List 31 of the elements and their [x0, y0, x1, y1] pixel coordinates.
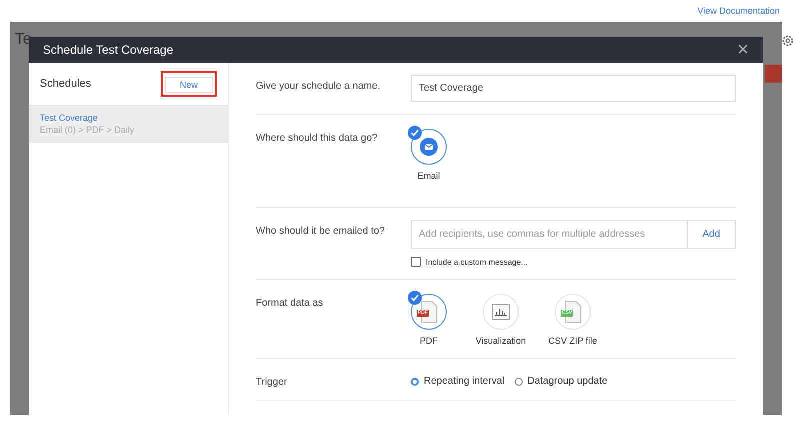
schedule-summary: Email (0) > PDF > Daily — [40, 125, 136, 135]
option-label: PDF — [420, 336, 438, 346]
new-button[interactable]: New — [165, 77, 213, 93]
field-label: Who should it be emailed to? — [256, 225, 386, 239]
envelope-icon — [420, 138, 438, 156]
schedule-name: Test Coverage — [40, 113, 100, 123]
option-label: Email — [418, 171, 440, 181]
sidebar-heading: Schedules — [40, 78, 92, 90]
documentation-link[interactable]: View Documentation — [698, 6, 780, 16]
field-label: Give your schedule a name. — [256, 80, 382, 94]
radio-label: Repeating interval — [424, 376, 505, 387]
option-label: Visualization — [476, 336, 526, 346]
field-label: Format data as — [256, 297, 324, 311]
field-label: Trigger — [256, 376, 288, 388]
option-tile[interactable] — [411, 129, 447, 165]
settings-icon[interactable] — [782, 35, 794, 47]
checkmark-icon — [408, 126, 422, 140]
schedule-item[interactable]: Test Coverage Email (0) > PDF > Daily — [29, 106, 228, 143]
field-label: Where should this data go? — [256, 132, 379, 146]
recipients-field[interactable]: Add recipients, use commas for multiple addresses Add — [411, 220, 736, 249]
close-button[interactable]: × — [737, 40, 749, 60]
dialog-title: Schedule Test Coverage — [43, 43, 174, 57]
radio-button[interactable] — [411, 378, 419, 386]
checkbox[interactable] — [411, 257, 421, 267]
radio-label: Datagroup update — [528, 376, 608, 387]
option-label: CSV ZIP file — [548, 336, 598, 346]
checkmark-icon — [408, 291, 422, 305]
radio-button[interactable] — [514, 378, 523, 386]
checkbox-label: Include a custom message... — [426, 258, 528, 266]
bar-chart-icon — [492, 304, 510, 320]
name-field[interactable]: Test Coverage — [411, 75, 736, 102]
